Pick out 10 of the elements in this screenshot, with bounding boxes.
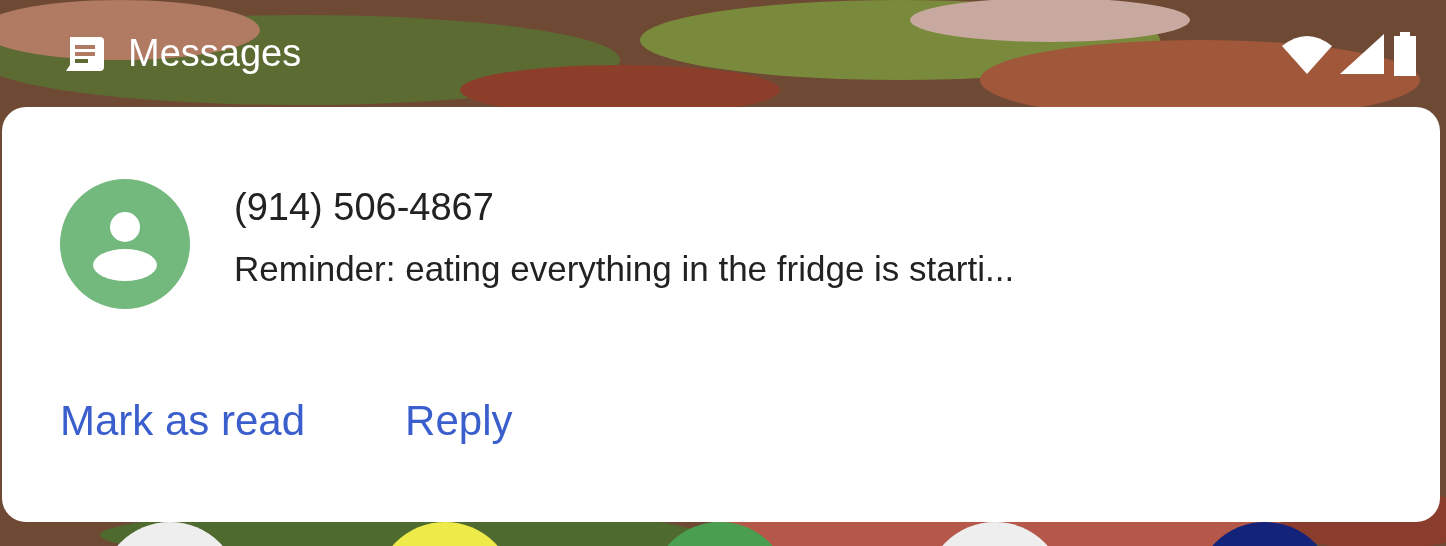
action-button[interactable]: Mark as read: [60, 389, 306, 452]
sender-number: (914) 506-4867: [234, 185, 495, 230]
battery-icon: [1392, 31, 1418, 76]
notification-card[interactable]: (914) 506-4867 Reminder: eating everything in the fridge is starti... Mark as read Reply: [2, 107, 1440, 522]
action-button[interactable]: Reply: [405, 389, 513, 452]
signal-icon: [1340, 33, 1384, 74]
app-name: Messages: [128, 31, 302, 76]
wifi-icon: [1282, 33, 1332, 74]
avatar-icon: [60, 179, 190, 309]
message-preview: Reminder: eating everything in the fridge is starti...: [234, 247, 1015, 290]
